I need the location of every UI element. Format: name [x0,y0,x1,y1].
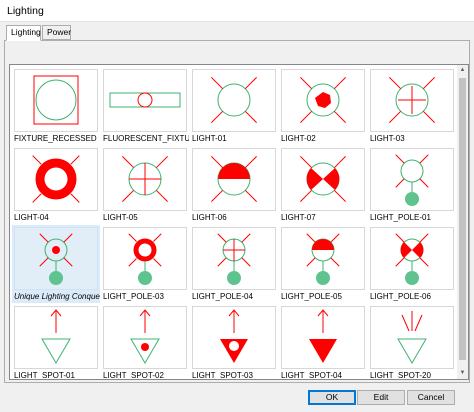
gallery-item[interactable]: LIGHT_SPOT-20 [368,304,456,380]
gallery-item[interactable]: LIGHT_POLE-05 [279,225,367,303]
spot-20-symbol-icon [370,306,454,369]
gallery-item[interactable]: LIGHT-06 [190,146,278,224]
gallery-item-label: LIGHT_POLE-04 [192,292,253,301]
gallery-item-label: LIGHT-03 [370,134,405,143]
edit-button[interactable]: Edit [357,390,405,405]
light-05-symbol-icon [103,148,187,211]
gallery-item[interactable]: Unique Lighting Conquest [12,225,100,303]
gallery-item-label: LIGHT_SPOT-02 [103,371,164,380]
vertical-scrollbar[interactable]: ▲ ▼ [457,65,468,379]
gallery-item[interactable]: LIGHT_POLE-06 [368,225,456,303]
gallery-item-label: LIGHT-07 [281,213,316,222]
fixture-recessed-symbol-icon [14,69,98,132]
light-02-symbol-icon [281,69,365,132]
light-06-symbol-icon [192,148,276,211]
spot-03-symbol-icon [192,306,276,369]
scrollbar-thumb[interactable] [459,78,466,360]
light-07-symbol-icon [281,148,365,211]
title-bar: Lighting [0,0,474,22]
tab-lighting[interactable]: Lighting [6,25,41,41]
gallery-item-label: LIGHT_POLE-05 [281,292,342,301]
chevron-down-icon[interactable]: ▼ [457,368,468,379]
gallery-item-label: FLUORESCENT_FIXTUR [103,134,189,143]
pole-01-symbol-icon [370,148,454,211]
fluorescent-symbol-icon [103,69,187,132]
gallery-item[interactable]: FLUORESCENT_FIXTUR [101,67,189,145]
gallery-item-label: LIGHT_POLE-06 [370,292,431,301]
spot-01-symbol-icon [14,306,98,369]
gallery-item[interactable]: LIGHT-01 [190,67,278,145]
pole-04-symbol-icon [192,227,276,290]
gallery-item[interactable]: LIGHT-03 [368,67,456,145]
gallery-item[interactable]: FIXTURE_RECESSED [12,67,100,145]
window-title: Lighting [7,5,44,17]
pole-05-symbol-icon [281,227,365,290]
gallery-item-label: LIGHT-06 [192,213,227,222]
gallery-item[interactable]: LIGHT_POLE-01 [368,146,456,224]
tab-power[interactable]: Power [42,25,71,40]
gallery-item-label: LIGHT-01 [192,134,227,143]
gallery-item[interactable]: LIGHT-02 [279,67,367,145]
gallery-item-label: LIGHT-05 [103,213,138,222]
gallery-item-label: LIGHT_SPOT-01 [14,371,75,380]
light-03-symbol-icon [370,69,454,132]
cancel-button[interactable]: Cancel [407,390,455,405]
gallery-item[interactable]: LIGHT_SPOT-02 [101,304,189,380]
gallery-item-label: LIGHT-04 [14,213,49,222]
gallery-item-label: LIGHT_POLE-03 [103,292,164,301]
gallery-item-label: LIGHT_SPOT-03 [192,371,253,380]
pole-03-symbol-icon [103,227,187,290]
spot-04-symbol-icon [281,306,365,369]
gallery-item-label: LIGHT-02 [281,134,316,143]
block-gallery[interactable]: FIXTURE_RECESSED FLUORESCENT_FIXTUR LIGHT-… [9,64,469,380]
pole-06-symbol-icon [370,227,454,290]
gallery-item[interactable]: LIGHT-04 [12,146,100,224]
gallery-item[interactable]: LIGHT_POLE-04 [190,225,278,303]
gallery-item[interactable]: LIGHT-05 [101,146,189,224]
gallery-item[interactable]: LIGHT-07 [279,146,367,224]
gallery-item[interactable]: LIGHT_SPOT-03 [190,304,278,380]
ok-button[interactable]: OK [308,390,356,405]
gallery-item[interactable]: LIGHT_SPOT-04 [279,304,367,380]
gallery-item[interactable]: LIGHT_POLE-03 [101,225,189,303]
pole-02-symbol-icon [14,227,98,290]
spot-02-symbol-icon [103,306,187,369]
gallery-item[interactable]: LIGHT_SPOT-01 [12,304,100,380]
gallery-item-label: LIGHT_POLE-01 [370,213,431,222]
gallery-item-label: Unique Lighting Conquest [14,292,100,301]
light-04-symbol-icon [14,148,98,211]
gallery-item-label: LIGHT_SPOT-04 [281,371,342,380]
gallery-item-label: LIGHT_SPOT-20 [370,371,431,380]
chevron-up-icon[interactable]: ▲ [457,65,468,76]
light-01-symbol-icon [192,69,276,132]
gallery-item-label: FIXTURE_RECESSED [14,134,97,143]
